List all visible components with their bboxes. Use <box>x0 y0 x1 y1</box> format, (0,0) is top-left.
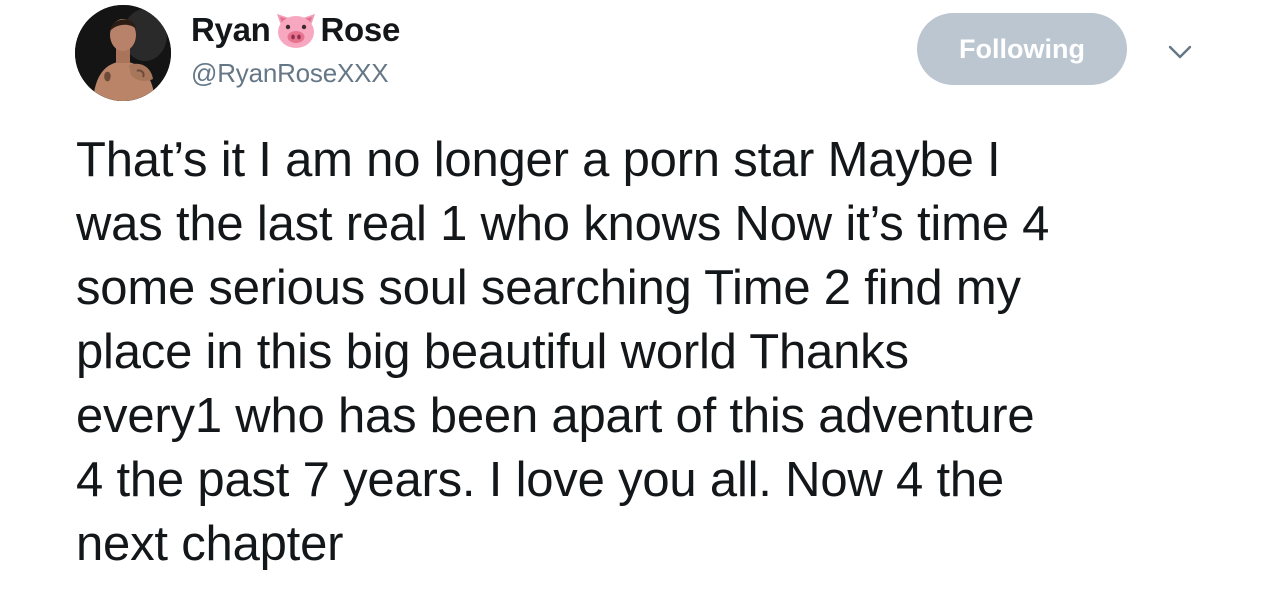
author-block: Ryan Rose @RyanRoseXXX <box>191 8 400 89</box>
display-name-first: Ryan <box>191 11 271 48</box>
tweet-card: Ryan Rose @RyanRoseXXX Following That’s … <box>0 0 1272 592</box>
tweet-text-line: That’s it I am no longer a porn star May… <box>76 133 1001 187</box>
tweet-text-line: 4 the past 7 years. I love you all. Now … <box>76 453 1004 507</box>
tweet-text-line: next chapter <box>76 517 344 571</box>
display-name-last: Rose <box>320 11 401 48</box>
avatar-photo <box>75 5 171 101</box>
display-name[interactable]: Ryan Rose <box>191 8 400 52</box>
tweet-text-line: was the last real 1 who knows Now it’s t… <box>76 197 1050 251</box>
tweet-text-line: some serious soul searching Time 2 find … <box>76 261 1021 315</box>
tweet-text: That’s it I am no longer a porn star May… <box>76 128 1256 576</box>
chevron-down-icon[interactable] <box>1164 36 1196 68</box>
tweet-text-line: every1 who has been apart of this advent… <box>76 389 1035 443</box>
pig-face-emoji-icon <box>272 8 320 52</box>
user-handle[interactable]: @RyanRoseXXX <box>191 58 400 89</box>
avatar[interactable] <box>75 5 171 101</box>
following-button[interactable]: Following <box>917 13 1127 85</box>
tweet-text-line: place in this big beautiful world Thanks <box>76 325 909 379</box>
